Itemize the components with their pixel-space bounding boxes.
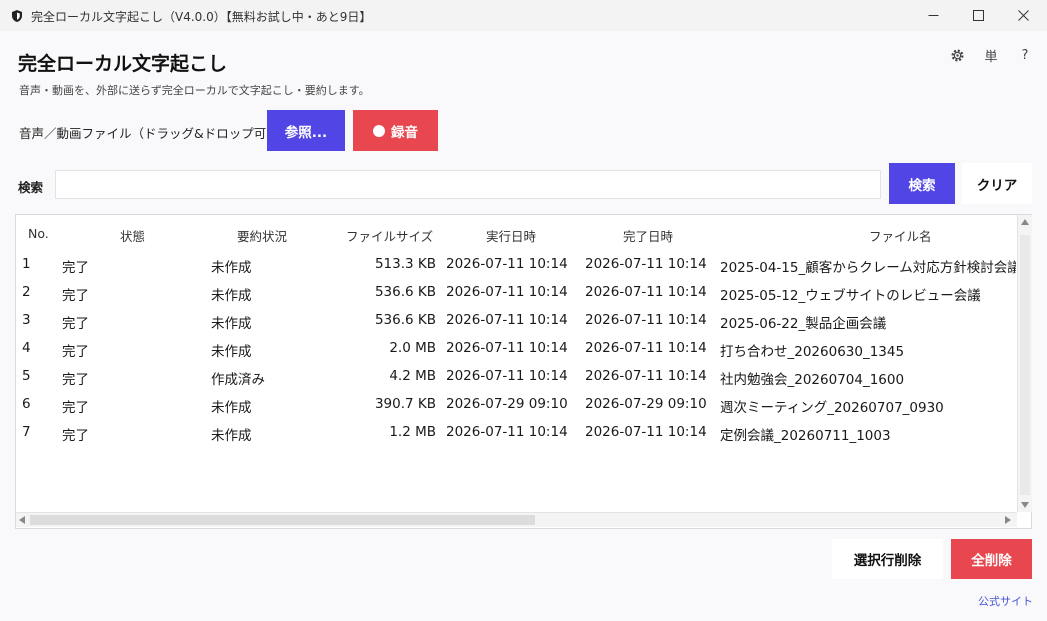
table-row[interactable]: 5 完了 作成済み 4.2 MB 2026-07-11 10:14 2026-07-11 … — [16, 361, 1016, 389]
cell-status: 完了 — [62, 428, 89, 444]
vertical-scroll-thumb[interactable] — [1020, 235, 1030, 495]
settings-gear-icon[interactable] — [940, 45, 974, 65]
cell-no: 2 — [22, 284, 31, 300]
maximize-button[interactable] — [955, 0, 1001, 31]
shield-icon — [10, 8, 24, 22]
table-row[interactable]: 3 完了 未作成 536.6 KB 2026-07-11 10:14 2026-07-11… — [16, 305, 1016, 333]
column-header-file-name[interactable]: ファイル名 — [869, 226, 932, 245]
column-header-status[interactable]: 状態 — [120, 226, 145, 245]
search-button[interactable]: 検索 — [889, 163, 955, 204]
table-row[interactable]: 2 完了 未作成 536.6 KB 2026-07-11 10:14 2026-07-11… — [16, 277, 1016, 305]
cell-run-time: 2026-07-11 10:14 — [446, 284, 568, 300]
cell-done-time: 2026-07-11 10:14 — [585, 312, 707, 328]
cell-done-time: 2026-07-11 10:14 — [585, 368, 707, 384]
cell-file-name: 週次ミーティング_20260707_0930 — [720, 400, 944, 416]
cell-file-size: 1.2 MB — [389, 424, 436, 440]
cell-summary-status: 未作成 — [211, 316, 252, 332]
table-body: 1 完了 未作成 513.3 KB 2026-07-11 10:14 2026-07-11… — [16, 249, 1016, 509]
cell-run-time: 2026-07-11 10:14 — [446, 424, 568, 440]
cell-status: 完了 — [62, 288, 89, 304]
scroll-right-arrow-icon[interactable] — [1005, 516, 1011, 524]
cell-file-size: 2.0 MB — [389, 340, 436, 356]
word-dictionary-icon[interactable]: 単 — [974, 45, 1008, 65]
help-icon[interactable]: ? — [1008, 45, 1042, 65]
cell-no: 5 — [22, 368, 31, 384]
cell-no: 4 — [22, 340, 31, 356]
page-title: 完全ローカル文字起こし — [18, 53, 228, 75]
cell-file-name: 2025-05-12_ウェブサイトのレビュー会議 — [720, 288, 981, 304]
cell-run-time: 2026-07-11 10:14 — [446, 368, 568, 384]
cell-file-name: 2025-04-15_顧客からクレーム対応方針検討会議 — [720, 260, 1016, 276]
delete-all-button[interactable]: 全削除 — [951, 539, 1032, 579]
cell-summary-status: 未作成 — [211, 344, 252, 360]
cell-run-time: 2026-07-11 10:14 — [446, 312, 568, 328]
cell-file-size: 4.2 MB — [389, 368, 436, 384]
search-input[interactable] — [55, 170, 881, 199]
cell-run-time: 2026-07-29 09:10 — [446, 396, 568, 412]
cell-no: 6 — [22, 396, 31, 412]
record-button[interactable]: 録音 — [353, 110, 438, 151]
cell-no: 3 — [22, 312, 31, 328]
cell-file-name: 打ち合わせ_20260630_1345 — [720, 344, 905, 360]
cell-status: 完了 — [62, 316, 89, 332]
cell-summary-status: 未作成 — [211, 288, 252, 304]
cell-run-time: 2026-07-11 10:14 — [446, 340, 568, 356]
cell-no: 1 — [22, 256, 31, 272]
window-title: 完全ローカル文字起こし（V4.0.0）【無料お試し中・あと9日】 — [31, 10, 372, 24]
title-bar: 完全ローカル文字起こし（V4.0.0）【無料お試し中・あと9日】 — [0, 0, 1047, 31]
cell-status: 完了 — [62, 344, 89, 360]
cell-file-size: 536.6 KB — [374, 312, 436, 328]
table-row[interactable]: 1 完了 未作成 513.3 KB 2026-07-11 10:14 2026-07-11… — [16, 249, 1016, 277]
horizontal-scroll-thumb[interactable] — [30, 515, 535, 525]
cell-summary-status: 未作成 — [211, 428, 252, 444]
cell-summary-status: 作成済み — [211, 372, 265, 388]
cell-done-time: 2026-07-11 10:14 — [585, 340, 707, 356]
browse-button[interactable]: 参照... — [267, 110, 345, 151]
cell-done-time: 2026-07-11 10:14 — [585, 284, 707, 300]
scroll-left-arrow-icon[interactable] — [19, 516, 25, 524]
cell-file-size: 536.6 KB — [374, 284, 436, 300]
cell-status: 完了 — [62, 400, 89, 416]
column-header-file-size[interactable]: ファイルサイズ — [346, 226, 433, 245]
delete-selected-button[interactable]: 選択行削除 — [832, 539, 943, 579]
official-site-link[interactable]: 公式サイト — [978, 593, 1033, 609]
file-table: No. 状態 要約状況 ファイルサイズ 実行日時 完了日時 ファイル名 1 完了未… — [15, 214, 1032, 529]
cell-file-name: 2025-06-22_製品企画会議 — [720, 316, 887, 332]
cell-status: 完了 — [62, 372, 89, 388]
page-subtitle: 音声・動画を、外部に送らず完全ローカルで文字起こし・要約します。 — [19, 84, 370, 97]
table-row[interactable]: 7 完了 未作成 1.2 MB 2026-07-11 10:14 2026-07-11 1… — [16, 417, 1016, 445]
table-row[interactable]: 6 完了 未作成 390.7 KB 2026-07-29 09:10 2026-07-29… — [16, 389, 1016, 417]
cell-done-time: 2026-07-11 10:14 — [585, 424, 707, 440]
scroll-up-arrow-icon[interactable] — [1021, 219, 1029, 225]
cell-file-size: 513.3 KB — [374, 256, 436, 272]
cell-file-size: 390.7 KB — [374, 396, 436, 412]
column-header-summary-status[interactable]: 要約状況 — [237, 226, 287, 245]
search-label: 検索 — [18, 180, 44, 195]
horizontal-scrollbar[interactable] — [16, 512, 1017, 527]
cell-run-time: 2026-07-11 10:14 — [446, 256, 568, 272]
column-header-done-time[interactable]: 完了日時 — [623, 226, 673, 245]
scroll-down-arrow-icon[interactable] — [1021, 502, 1029, 508]
close-button[interactable] — [1000, 0, 1046, 31]
cell-summary-status: 未作成 — [211, 260, 252, 276]
cell-done-time: 2026-07-11 10:14 — [585, 256, 707, 272]
cell-summary-status: 未作成 — [211, 400, 252, 416]
file-input-label: 音声／動画ファイル（ドラッグ&ドロップ可）： — [19, 126, 285, 141]
main-content: 完全ローカル文字起こし 音声・動画を、外部に送らず完全ローカルで文字起こし・要約… — [0, 31, 1047, 621]
cell-file-name: 定例会議_20260711_1003 — [720, 428, 891, 444]
header-toolbar: 単 ? — [940, 45, 1042, 65]
vertical-scrollbar[interactable] — [1017, 215, 1032, 512]
record-button-label: 録音 — [391, 124, 418, 141]
cell-done-time: 2026-07-29 09:10 — [585, 396, 707, 412]
minimize-button[interactable] — [910, 0, 956, 31]
cell-status: 完了 — [62, 260, 89, 276]
record-dot-icon — [373, 124, 385, 137]
cell-file-name: 社内勉強会_20260704_1600 — [720, 372, 905, 388]
table-header: No. 状態 要約状況 ファイルサイズ 実行日時 完了日時 ファイル名 — [16, 215, 1016, 249]
column-header-no[interactable]: No. — [28, 226, 49, 241]
table-row[interactable]: 4 完了 未作成 2.0 MB 2026-07-11 10:14 2026-07-11 1… — [16, 333, 1016, 361]
cell-no: 7 — [22, 424, 31, 440]
clear-button[interactable]: クリア — [962, 163, 1032, 204]
column-header-run-time[interactable]: 実行日時 — [486, 226, 536, 245]
